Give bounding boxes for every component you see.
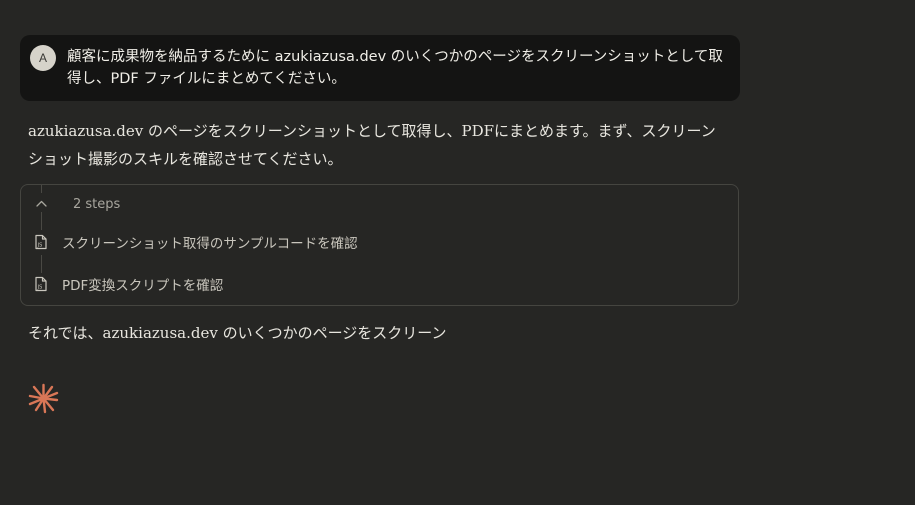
steps-summary: 2 steps xyxy=(73,196,121,212)
svg-text:JS: JS xyxy=(37,285,43,291)
step-label: スクリーンショット取得のサンプルコードを確認 xyxy=(62,236,358,252)
js-file-icon: JS xyxy=(35,234,47,250)
user-message: A 顧客に成果物を納品するために azukiazusa.dev のいくつかのペー… xyxy=(20,35,740,101)
timeline-line xyxy=(41,255,42,273)
assistant-intro-text: azukiazusa.dev のページをスクリーンショットとして取得し、PDFに… xyxy=(28,122,716,168)
user-avatar: A xyxy=(30,45,56,71)
step-item[interactable]: JS スクリーンショット取得のサンプルコードを確認 xyxy=(34,232,358,252)
timeline-line xyxy=(41,185,42,193)
user-message-text: 顧客に成果物を納品するために azukiazusa.dev のいくつかのページを… xyxy=(67,49,723,87)
chevron-up-icon xyxy=(36,200,47,207)
svg-text:JS: JS xyxy=(37,243,43,249)
steps-toggle[interactable]: 2 steps xyxy=(33,193,120,215)
assistant-followup-text: それでは、azukiazusa.dev のいくつかのページをスクリーン xyxy=(28,324,447,342)
step-item[interactable]: JS PDF変換スクリプトを確認 xyxy=(34,274,223,294)
spark-icon xyxy=(28,383,59,414)
steps-panel: 2 steps JS スクリーンショット取得のサンプルコードを確認 JS PDF… xyxy=(20,184,739,306)
step-label: PDF変換スクリプトを確認 xyxy=(62,278,224,294)
js-file-icon: JS xyxy=(35,276,47,292)
